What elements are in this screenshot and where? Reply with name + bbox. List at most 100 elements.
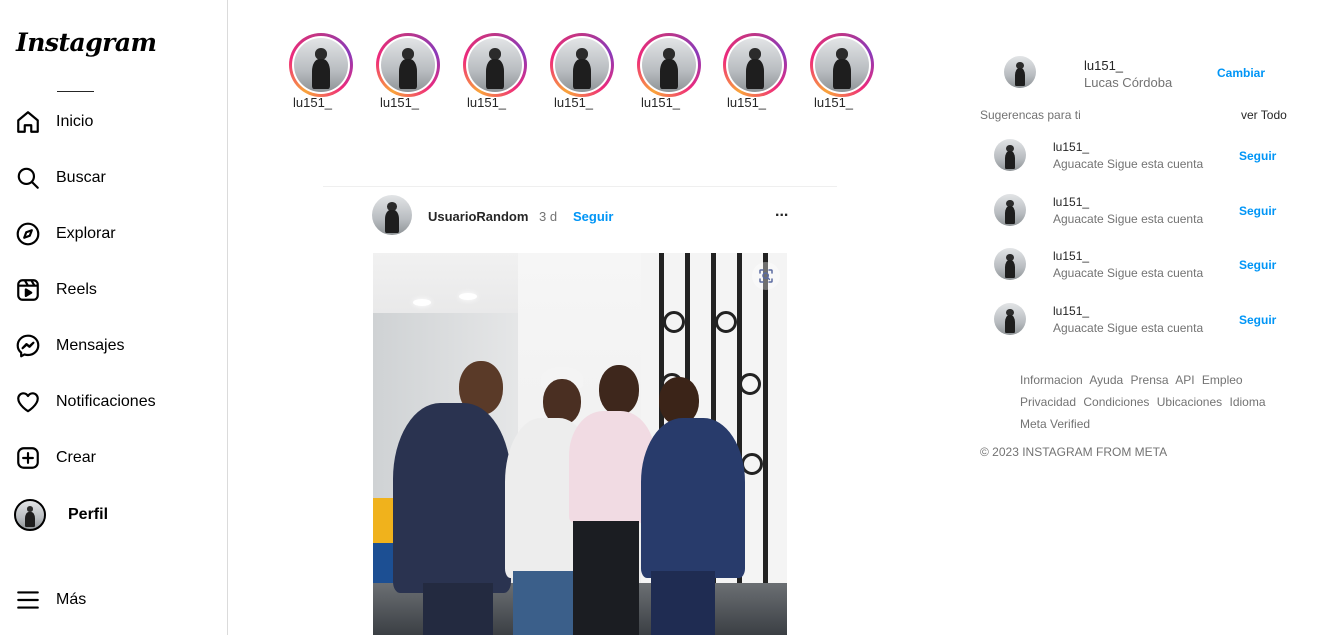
sidebar-item-mensajes[interactable]: Mensajes	[14, 331, 124, 361]
post-timestamp: 3 d	[539, 209, 558, 224]
sidebar-item-notificaciones[interactable]: Notificaciones	[14, 387, 156, 417]
menu-icon	[14, 586, 42, 614]
heart-icon	[14, 388, 42, 416]
suggestion-username[interactable]: lu151_	[1053, 249, 1089, 263]
story-item[interactable]: lu151_	[550, 33, 614, 110]
follow-button[interactable]: Seguir	[1239, 258, 1276, 272]
sidebar-item-buscar[interactable]: Buscar	[14, 163, 106, 193]
sidebar-item-perfil[interactable]: Perfil	[14, 499, 109, 531]
footer-link[interactable]: Empleo	[1202, 373, 1243, 387]
sidebar-item-label: Buscar	[56, 169, 106, 186]
more-options-icon[interactable]: ...	[775, 203, 788, 221]
logo-underline	[57, 91, 94, 92]
follow-button[interactable]: Seguir	[1239, 313, 1276, 327]
avatar[interactable]	[994, 248, 1026, 280]
plus-square-icon	[14, 444, 42, 472]
visual-search-icon[interactable]	[752, 262, 780, 290]
instagram-logo[interactable]: Instagram	[16, 28, 157, 57]
story-item[interactable]: lu151_	[723, 33, 787, 110]
story-item[interactable]: lu151_	[376, 33, 440, 110]
post-follow-button[interactable]: Seguir	[573, 209, 613, 224]
story-ring	[376, 33, 440, 97]
search-icon	[14, 164, 42, 192]
footer-link[interactable]: Privacidad	[1020, 395, 1076, 409]
suggestion-row: lu151_ Aguacate Sigue esta cuenta Seguir	[994, 303, 1294, 343]
footer-link[interactable]: API	[1175, 373, 1194, 387]
sidebar-item-label: Crear	[56, 449, 97, 466]
story-username: lu151_	[554, 95, 594, 110]
post-author-avatar[interactable]	[372, 195, 412, 235]
story-ring	[637, 33, 701, 97]
compass-icon	[14, 220, 42, 248]
suggestion-row: lu151_ Aguacate Sigue esta cuenta Seguir	[994, 139, 1294, 179]
footer-link[interactable]: Prensa	[1131, 373, 1169, 387]
follow-button[interactable]: Seguir	[1239, 204, 1276, 218]
sidebar-item-inicio[interactable]: Inicio	[14, 107, 93, 137]
avatar	[728, 38, 782, 92]
story-item[interactable]: lu151_	[289, 33, 353, 110]
post-image[interactable]	[373, 253, 787, 635]
post-username[interactable]: UsuarioRandom	[428, 209, 528, 224]
suggestion-username[interactable]: lu151_	[1053, 304, 1089, 318]
follow-button[interactable]: Seguir	[1239, 149, 1276, 163]
story-username: lu151_	[641, 95, 681, 110]
see-all-link[interactable]: ver Todo	[1241, 108, 1287, 122]
footer-link[interactable]: Condiciones	[1083, 395, 1149, 409]
avatar[interactable]	[994, 139, 1026, 171]
suggestions-title: Sugerencas para ti	[980, 108, 1081, 122]
story-ring	[463, 33, 527, 97]
avatar[interactable]	[994, 194, 1026, 226]
sidebar-item-label: Perfil	[68, 506, 109, 523]
avatar	[381, 38, 435, 92]
footer-link[interactable]: Meta Verified	[1020, 417, 1090, 431]
suggestion-username[interactable]: lu151_	[1053, 140, 1089, 154]
footer-link[interactable]: Ubicaciones	[1157, 395, 1222, 409]
suggestion-row: lu151_ Aguacate Sigue esta cuenta Seguir	[994, 194, 1294, 234]
sidebar-item-label: Inicio	[56, 113, 94, 130]
footer-links: Informacion Ayuda Prensa API Empleo Priv…	[1020, 369, 1290, 435]
messenger-icon	[14, 332, 42, 360]
sidebar-item-label: Reels	[56, 281, 97, 298]
home-icon	[14, 108, 42, 136]
suggestion-subtitle: Aguacate Sigue esta cuenta	[1053, 321, 1204, 335]
switch-account-button[interactable]: Cambiar	[1217, 66, 1265, 80]
sidebar-item-crear[interactable]: Crear	[14, 443, 96, 473]
suggestion-username[interactable]: lu151_	[1053, 195, 1089, 209]
current-username[interactable]: lu151_	[1084, 58, 1123, 73]
story-ring	[723, 33, 787, 97]
sidebar-item-label: Notificaciones	[56, 393, 156, 410]
footer-link[interactable]: Ayuda	[1089, 373, 1123, 387]
sidebar-item-label: Explorar	[56, 225, 116, 242]
story-username: lu151_	[467, 95, 507, 110]
story-ring	[289, 33, 353, 97]
story-item[interactable]: lu151_	[637, 33, 701, 110]
suggestion-subtitle: Aguacate Sigue esta cuenta	[1053, 266, 1204, 280]
footer-link[interactable]: Informacion	[1020, 373, 1083, 387]
story-username: lu151_	[814, 95, 854, 110]
sidebar-item-mas[interactable]: Más	[14, 585, 86, 615]
sidebar-item-label: Mensajes	[56, 337, 125, 354]
suggestion-subtitle: Aguacate Sigue esta cuenta	[1053, 212, 1204, 226]
footer-link[interactable]: Idioma	[1229, 395, 1265, 409]
sidebar-item-explorar[interactable]: Explorar	[14, 219, 116, 249]
sidebar-item-label: Más	[56, 591, 87, 608]
story-username: lu151_	[293, 95, 333, 110]
avatar	[14, 499, 46, 531]
copyright-text: © 2023 INSTAGRAM FROM META	[980, 445, 1168, 459]
current-user-avatar[interactable]	[1004, 56, 1036, 88]
story-item[interactable]: lu151_	[463, 33, 527, 110]
story-item[interactable]: lu151_	[810, 33, 874, 110]
story-ring	[810, 33, 874, 97]
story-username: lu151_	[727, 95, 767, 110]
avatar	[642, 38, 696, 92]
avatar	[555, 38, 609, 92]
reels-icon	[14, 276, 42, 304]
avatar	[294, 38, 348, 92]
story-username: lu151_	[380, 95, 420, 110]
suggestion-subtitle: Aguacate Sigue esta cuenta	[1053, 157, 1204, 171]
sidebar: Instagram Inicio Buscar Explorar Reels M…	[0, 0, 228, 635]
suggestion-row: lu151_ Aguacate Sigue esta cuenta Seguir	[994, 248, 1294, 288]
avatar[interactable]	[994, 303, 1026, 335]
sidebar-item-reels[interactable]: Reels	[14, 275, 97, 305]
story-ring	[550, 33, 614, 97]
